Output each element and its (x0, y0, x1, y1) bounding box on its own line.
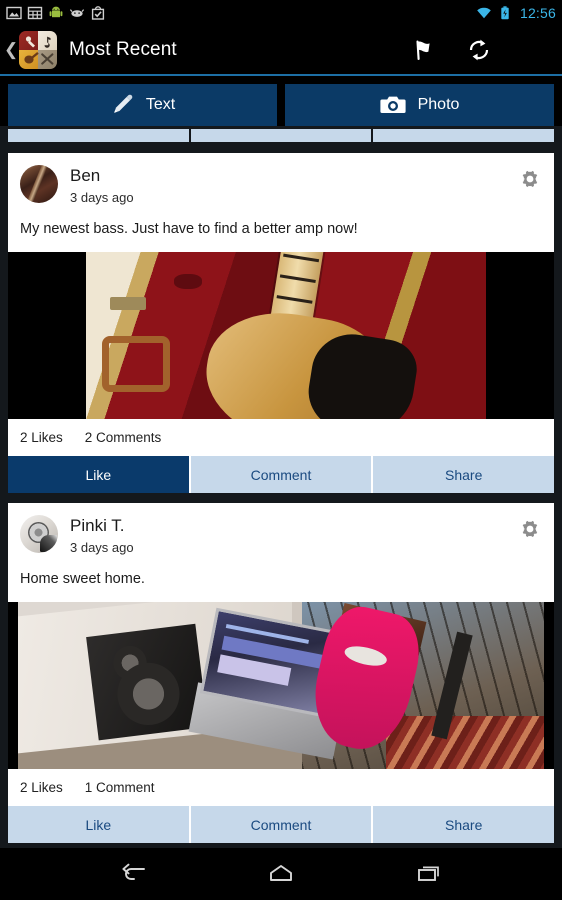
compose-photo-button[interactable]: Photo (285, 84, 554, 126)
app-logo-icon (19, 30, 57, 69)
partial-post-action-bar[interactable] (8, 129, 554, 143)
post-action-bar: Like Comment Share (8, 806, 555, 843)
status-notification-icons (6, 5, 106, 21)
gear-icon[interactable] (518, 517, 542, 541)
compose-photo-label: Photo (417, 96, 460, 113)
wifi-icon (477, 7, 491, 18)
partial-like-button[interactable] (8, 129, 191, 142)
pencil-icon (114, 94, 133, 113)
refresh-icon[interactable] (464, 35, 494, 65)
like-count: 2 Likes (20, 780, 63, 795)
gallery-icon (6, 6, 22, 19)
play-store-bag-icon (91, 5, 105, 20)
hamburger-menu-icon[interactable] (520, 35, 544, 65)
home-studio-photo[interactable] (8, 602, 554, 769)
post-header: Ben 3 days ago (8, 153, 554, 207)
back-chevron-icon[interactable]: ❮ (4, 40, 18, 60)
partial-comment-button[interactable] (190, 129, 374, 142)
like-button[interactable]: Like (8, 456, 191, 493)
post-body: Home sweet home. (20, 571, 145, 587)
feed-list[interactable]: Ben 3 days ago My newest bass. Just have… (0, 129, 562, 857)
post-card: Ben 3 days ago My newest bass. Just have… (8, 153, 555, 493)
avatar-pinki[interactable] (20, 515, 58, 553)
android-robot-icon (49, 6, 63, 17)
flag-icon[interactable] (408, 35, 438, 65)
partial-share-button[interactable] (373, 129, 554, 142)
android-face-icon (69, 8, 85, 17)
post-author[interactable]: Pinki T. (70, 516, 134, 536)
compose-text-button[interactable]: Text (8, 84, 277, 126)
nav-back-icon[interactable] (111, 858, 155, 890)
page-title: Most Recent (69, 38, 177, 60)
like-count: 2 Likes (20, 430, 63, 445)
status-bar: 12:56 (0, 0, 562, 25)
post-author[interactable]: Ben (70, 166, 134, 186)
post-body: My newest bass. Just have to find a bett… (20, 221, 358, 237)
like-button[interactable]: Like (8, 806, 191, 843)
comment-button[interactable]: Comment (190, 456, 374, 493)
comment-count[interactable]: 2 Comments (85, 430, 162, 445)
compose-text-label: Text (145, 96, 176, 113)
calculator-icon (27, 6, 43, 19)
system-nav-bar (0, 848, 562, 900)
post-card: Pinki T. 3 days ago Home sweet home. 2 L… (8, 503, 555, 843)
avatar-ben[interactable] (20, 165, 58, 203)
post-timestamp: 3 days ago (70, 190, 134, 205)
gear-icon[interactable] (518, 167, 542, 191)
camera-icon (379, 96, 406, 113)
post-action-bar: Like Comment Share (8, 456, 555, 493)
nav-recents-icon[interactable] (407, 858, 451, 890)
post-header: Pinki T. 3 days ago (8, 503, 554, 557)
share-button[interactable]: Share (373, 456, 555, 493)
post-engagement: 2 Likes 1 Comment (8, 769, 554, 806)
action-bar: ❮ Most Recent (0, 25, 562, 74)
phone-screen: 12:56 ❮ Most Recent Text Photo Ben 3 day… (0, 0, 562, 900)
post-timestamp: 3 days ago (70, 540, 134, 555)
status-system-icons: 12:56 (476, 5, 556, 21)
compose-bar: Text Photo (0, 76, 562, 126)
post-engagement: 2 Likes 2 Comments (8, 419, 554, 456)
status-clock: 12:56 (519, 4, 556, 21)
battery-charging-icon (501, 5, 509, 19)
share-button[interactable]: Share (373, 806, 555, 843)
nav-home-icon[interactable] (259, 858, 303, 890)
bass-guitar-in-case-photo[interactable] (8, 252, 554, 419)
comment-button[interactable]: Comment (190, 806, 374, 843)
comment-count[interactable]: 1 Comment (85, 780, 155, 795)
